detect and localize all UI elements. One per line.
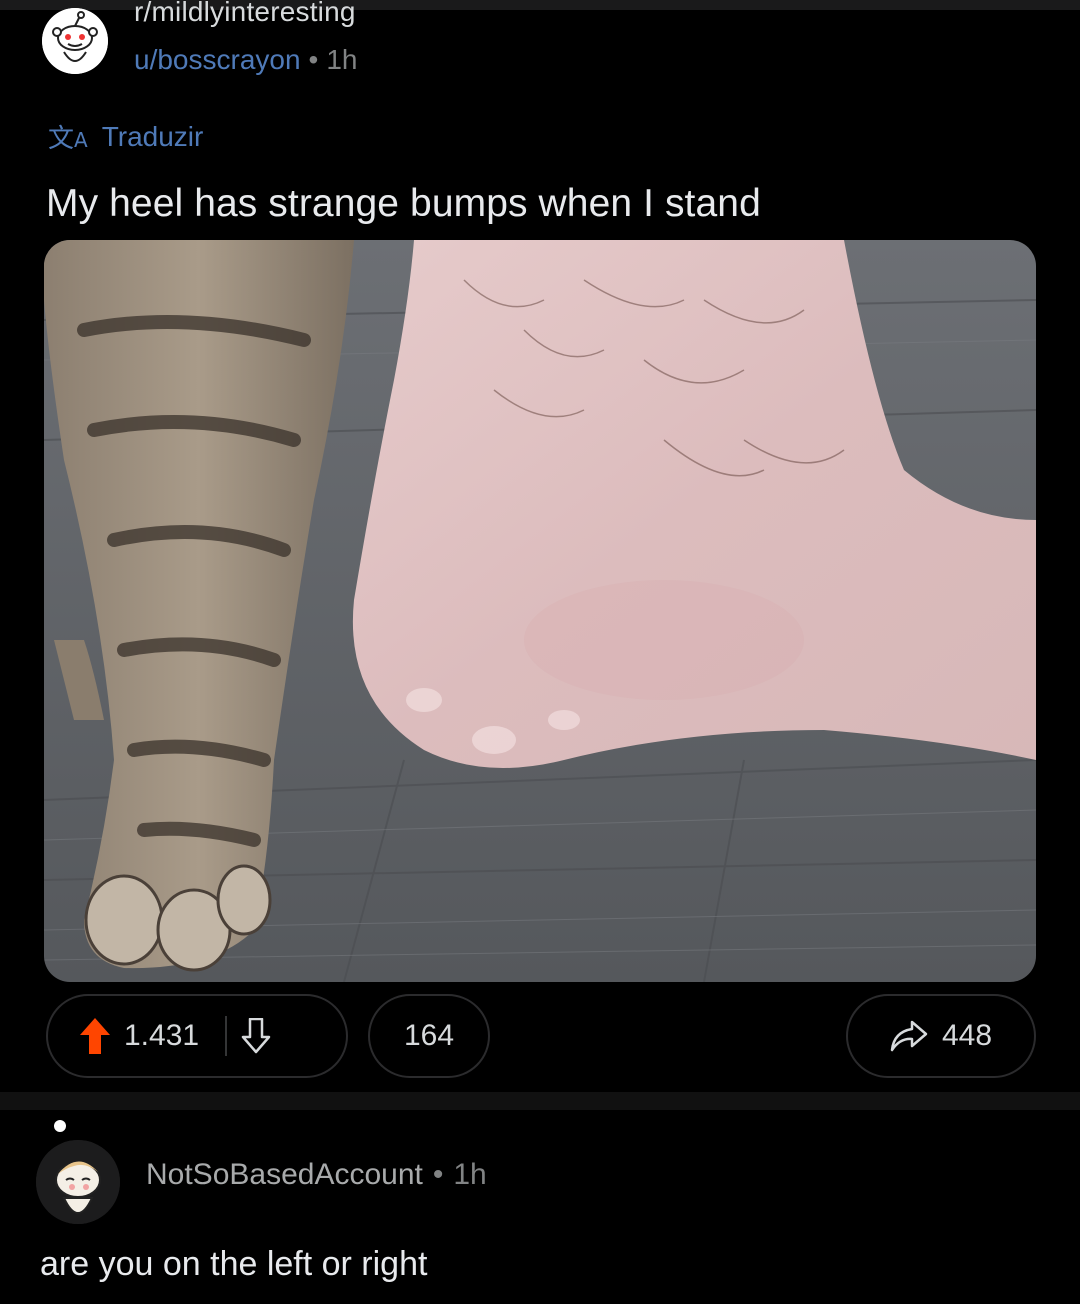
heel-and-cat-photo — [44, 240, 1036, 982]
translate-button[interactable]: 文A Traduzir — [48, 118, 203, 155]
post-meta: u/bosscrayon • 1h — [134, 44, 358, 76]
comments-button[interactable]: 164 — [368, 994, 490, 1078]
share-count: 448 — [941, 1019, 993, 1052]
snoo-avatar-icon — [42, 8, 108, 74]
post-time: 1h — [326, 44, 358, 75]
comment-count: 164 — [403, 1019, 455, 1052]
upvote-count: 1.431 — [124, 1019, 200, 1052]
upvote-button[interactable] — [80, 1018, 110, 1054]
translate-label: Traduzir — [101, 120, 204, 152]
thread-indicator — [54, 1120, 66, 1132]
comment-author[interactable]: NotSoBasedAccount — [146, 1158, 423, 1191]
snoo-avatar-icon — [36, 1140, 120, 1224]
comment-time: 1h — [453, 1158, 487, 1191]
post-image[interactable] — [44, 240, 1036, 982]
downvote-button[interactable] — [241, 1018, 271, 1054]
meta-separator: • — [308, 44, 319, 75]
meta-separator: • — [432, 1158, 444, 1191]
vote-bar: 1.431 — [46, 994, 348, 1078]
downvote-arrow-icon — [241, 1018, 271, 1054]
translate-icon: 文A — [48, 124, 88, 154]
upvote-arrow-icon — [80, 1018, 110, 1054]
share-button[interactable]: 448 — [846, 994, 1036, 1078]
section-divider — [0, 1092, 1080, 1110]
comment-meta: NotSoBasedAccount • 1h — [146, 1158, 487, 1192]
subreddit-name[interactable]: r/mildlyinteresting — [134, 0, 356, 28]
comment-body: are you on the left or right — [40, 1245, 428, 1283]
vote-separator — [225, 1016, 228, 1056]
share-arrow-icon — [890, 1020, 928, 1052]
post-author[interactable]: u/bosscrayon — [134, 44, 301, 75]
post-title[interactable]: My heel has strange bumps when I stand — [46, 182, 761, 226]
subreddit-avatar[interactable] — [42, 8, 108, 74]
comment-avatar[interactable] — [36, 1140, 120, 1224]
